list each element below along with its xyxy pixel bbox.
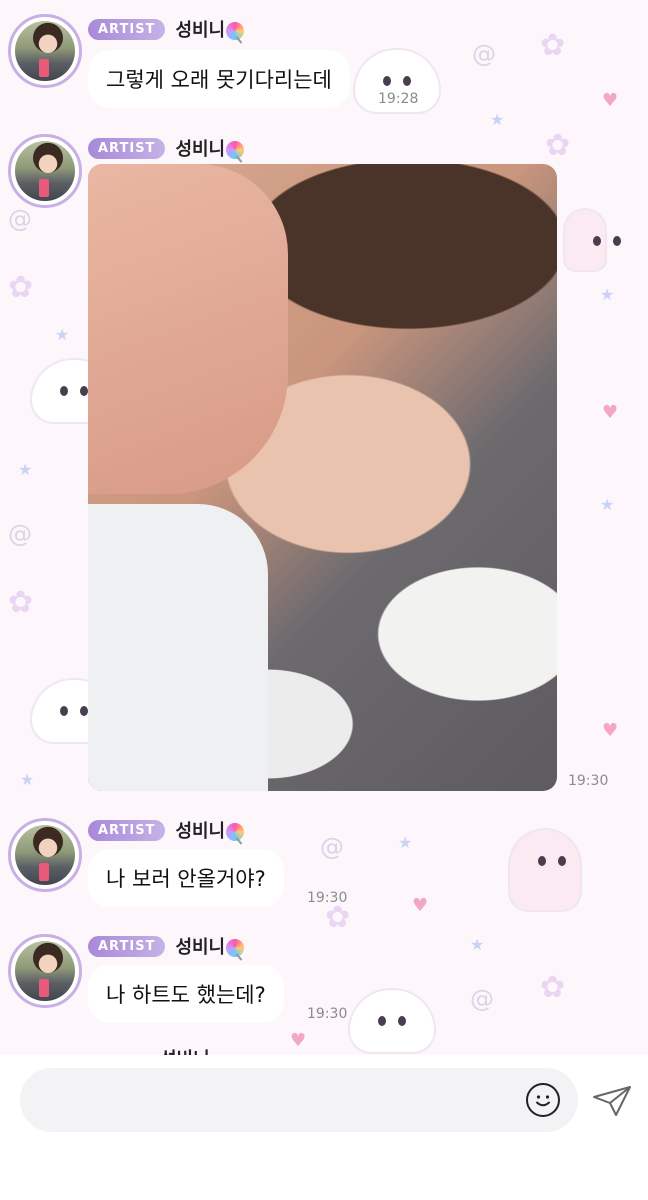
artist-badge: ARTIST (88, 819, 166, 841)
star-icon: ★ (55, 325, 70, 344)
sender-name: 성비니 (160, 1045, 210, 1055)
ghost-decoration (510, 830, 580, 910)
smile-icon[interactable] (526, 1083, 560, 1117)
message-time: 19:30 (307, 890, 348, 906)
star-icon: ★ (490, 110, 505, 129)
photo-content (88, 504, 268, 791)
star-icon: ★ (600, 285, 615, 304)
strawberry-icon: ♥ (602, 720, 619, 741)
message-time: 19:28 (378, 91, 419, 107)
message-time: 19:30 (307, 1006, 348, 1022)
sender-name: 성비니 (175, 135, 245, 161)
avatar-image (15, 21, 75, 81)
flower-icon: ✿ (8, 585, 34, 620)
sender-row: 성비니 (88, 1045, 210, 1055)
sender-name-text: 성비니 (175, 937, 226, 958)
sender-name-text: 성비니 (175, 821, 226, 842)
avatar[interactable] (8, 818, 82, 892)
flower-icon: ✿ (540, 970, 566, 1005)
photo-message[interactable] (88, 164, 557, 791)
avatar-image (15, 941, 75, 1001)
swirl-icon: @ (472, 40, 496, 68)
sender-name-text: 성비니 (175, 139, 226, 160)
swirl-icon: @ (320, 833, 344, 861)
strawberry-icon: ♥ (412, 895, 429, 916)
message-bubble[interactable]: 나 보러 안올거야? (88, 849, 284, 907)
artist-badge: ARTIST (88, 18, 166, 40)
avatar[interactable] (8, 14, 82, 88)
flower-icon: ✿ (8, 270, 34, 305)
avatar[interactable] (8, 934, 82, 1008)
send-icon-graphic (593, 1086, 631, 1116)
swirl-icon: @ (8, 205, 32, 233)
sender-name: 성비니 (175, 817, 245, 843)
flower-icon: ✿ (545, 128, 571, 163)
message-bubble[interactable]: 그렇게 오래 못기다리는데 (88, 50, 350, 108)
sender-name: 성비니 (175, 16, 245, 42)
lollipop-icon (226, 823, 245, 841)
lollipop-icon (226, 141, 245, 159)
sender-row: ARTIST 성비니 (88, 135, 245, 161)
message-bubble[interactable]: 나 하트도 했는데? (88, 965, 284, 1023)
message-time: 19:30 (568, 773, 609, 789)
photo-content (88, 164, 288, 494)
smile-icon-graphic (536, 1095, 550, 1107)
lollipop-icon (226, 22, 245, 40)
star-icon: ★ (18, 460, 33, 479)
strawberry-icon: ♥ (602, 90, 619, 111)
sender-row: ARTIST 성비니 (88, 16, 245, 42)
star-icon: ★ (20, 770, 35, 789)
avatar[interactable] (8, 134, 82, 208)
swirl-icon: @ (8, 520, 32, 548)
ghost-decoration (565, 210, 621, 270)
lollipop-icon (226, 939, 245, 957)
sender-name-text: 성비니 (175, 20, 226, 41)
message-input[interactable] (20, 1068, 578, 1132)
star-icon: ★ (398, 833, 413, 852)
flower-icon: ✿ (540, 28, 566, 63)
ghost-decoration (350, 990, 434, 1052)
sender-row: ARTIST 성비니 (88, 933, 245, 959)
swirl-icon: @ (470, 985, 494, 1013)
paper-plane-icon[interactable] (590, 1081, 634, 1121)
sender-name: 성비니 (175, 933, 245, 959)
avatar-image (15, 825, 75, 885)
chat-message: 성비니 (0, 1045, 648, 1055)
star-icon: ★ (470, 935, 485, 954)
message-composer (0, 1055, 648, 1200)
artist-badge: ARTIST (88, 935, 166, 957)
avatar-image (15, 141, 75, 201)
strawberry-icon: ♥ (602, 402, 619, 423)
sender-row: ARTIST 성비니 (88, 817, 245, 843)
star-icon: ★ (600, 495, 615, 514)
artist-badge: ARTIST (88, 137, 166, 159)
